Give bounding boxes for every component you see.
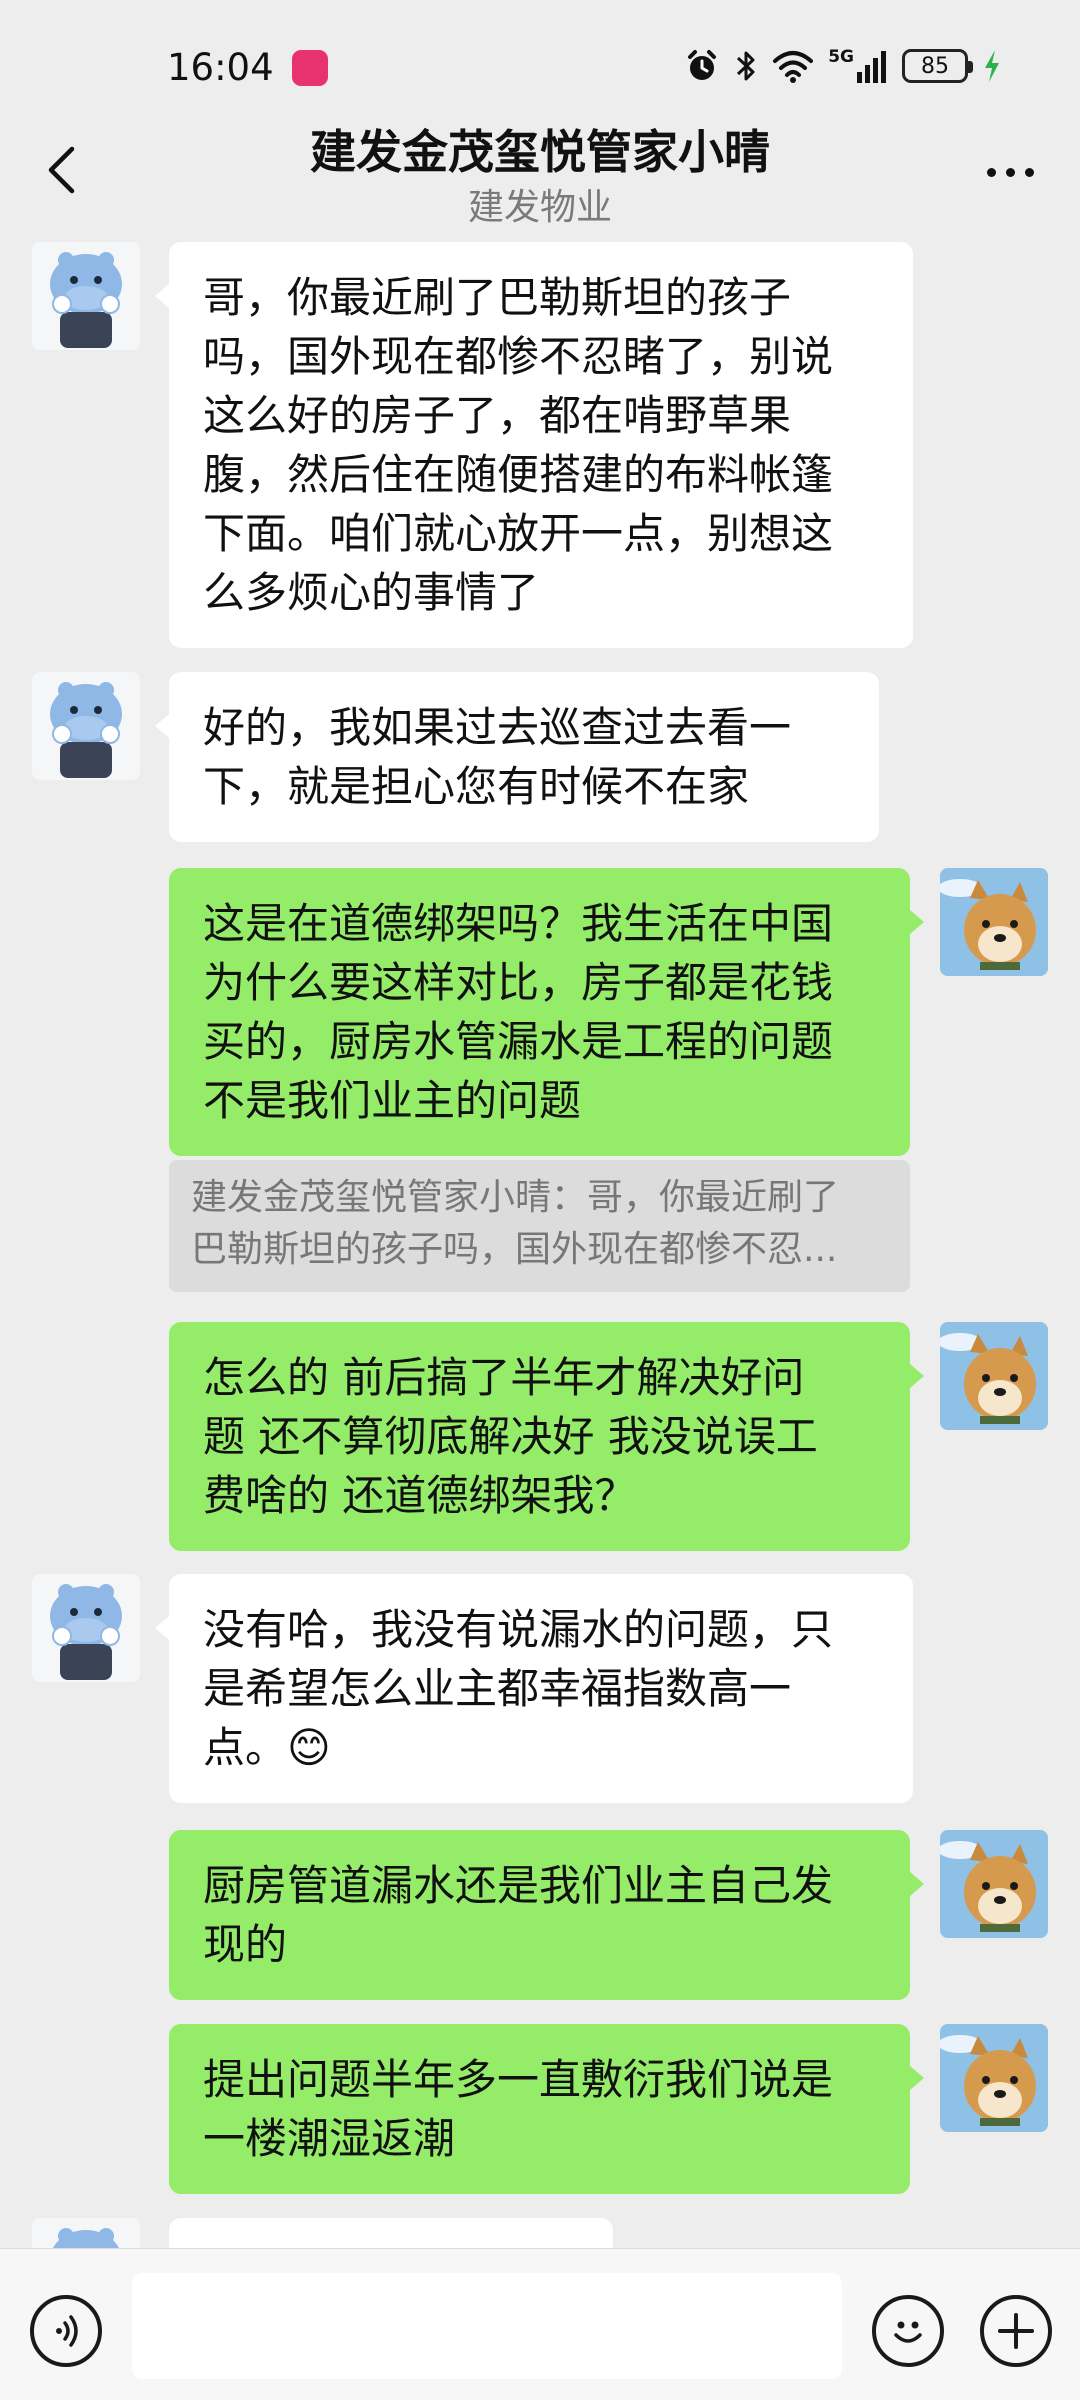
- quoted-message[interactable]: 建发金茂玺悦管家小晴：哥，你最近刷了 巴勒斯坦的孩子吗，国外现在都惨不忍...: [169, 1160, 910, 1292]
- message-line: 厨房管道漏水还是我们业主自己发: [203, 1861, 834, 1910]
- more-options-button[interactable]: [974, 152, 1046, 192]
- agent-avatar[interactable]: [32, 672, 140, 780]
- message-line: 买的，厨房水管漏水是工程的问题: [203, 1017, 834, 1066]
- hippo-mascot-icon: [32, 2218, 140, 2248]
- agent-avatar[interactable]: [32, 2218, 140, 2248]
- status-icons: 5G 85: [684, 44, 1002, 88]
- message-line: 怎么的 前后搞了半年才解决好问: [203, 1353, 805, 1402]
- message-line: 为什么要这样对比，房子都是花钱: [203, 958, 834, 1007]
- message-line: 下面。咱们就心放开一点，别想这: [203, 509, 834, 558]
- dog-avatar-icon: [940, 2024, 1048, 2132]
- message-line: 现的: [203, 1920, 288, 1969]
- dog-avatar-icon: [940, 1322, 1048, 1430]
- battery-level: 85: [921, 53, 949, 79]
- emoji-icon: [894, 2321, 922, 2343]
- message-line: 提出问题半年多一直敷衍我们说是: [203, 2055, 834, 2104]
- status-time: 16:04: [167, 46, 274, 89]
- signal-bars-icon: [857, 50, 886, 83]
- message-line: 下，就是担心您有时候不在家: [203, 762, 750, 811]
- dog-avatar-icon: [940, 868, 1048, 976]
- message-line: 么多烦心的事情了: [203, 568, 540, 617]
- message-line: 哥，你最近刷了巴勒斯坦的孩子: [203, 273, 792, 322]
- wifi-icon: [773, 51, 814, 83]
- dog-avatar-icon: [940, 1830, 1048, 1938]
- message-line: 点。😊: [203, 1723, 331, 1772]
- agent-avatar[interactable]: [32, 1574, 140, 1682]
- app-notification-icon: [292, 50, 328, 86]
- hippo-mascot-icon: [32, 242, 140, 350]
- chat-title: 建发金茂玺悦管家小晴: [310, 125, 770, 179]
- message-bubble-outgoing[interactable]: 厨房管道漏水还是我们业主自己发 现的: [169, 1830, 924, 2000]
- user-avatar[interactable]: [940, 1830, 1048, 1938]
- battery-indicator: 85: [902, 49, 973, 83]
- plus-button[interactable]: [980, 2295, 1052, 2367]
- message-bubble-outgoing[interactable]: 这是在道德绑架吗？我生活在中国 为什么要这样对比，房子都是花钱 买的，厨房水管漏…: [169, 868, 924, 1156]
- message-line: 这么好的房子了，都在啃野草果: [203, 391, 792, 440]
- quote-line: 巴勒斯坦的孩子吗，国外现在都惨不忍...: [191, 1229, 838, 1270]
- charging-icon: [985, 50, 999, 82]
- voice-icon: [56, 2315, 78, 2347]
- message-line: 一楼潮湿返潮: [203, 2114, 456, 2163]
- plus-icon: [998, 2313, 1034, 2349]
- message-bubble-incoming[interactable]: 没有哈，我没有说漏水的问题，只 是希望怎么业主都幸福指数高一 点。😊: [155, 1574, 913, 1803]
- message-bubble-incoming[interactable]: [169, 2218, 613, 2248]
- message-line: 好的，我如果过去巡查过去看一: [203, 703, 792, 752]
- message-line: 没有哈，我没有说漏水的问题，只: [203, 1605, 834, 1654]
- more-dot: [1005, 167, 1015, 177]
- voice-button[interactable]: [30, 2295, 102, 2367]
- alarm-icon: [688, 50, 717, 80]
- agent-avatar[interactable]: [32, 242, 140, 350]
- user-avatar[interactable]: [940, 2024, 1048, 2132]
- hippo-mascot-icon: [32, 672, 140, 780]
- cellular-signal: 5G: [828, 46, 888, 84]
- emoji-button[interactable]: [872, 2295, 944, 2367]
- hippo-mascot-icon: [32, 1574, 140, 1682]
- message-line: 吗，国外现在都惨不忍睹了，别说: [203, 332, 834, 381]
- message-bubble-incoming[interactable]: 哥，你最近刷了巴勒斯坦的孩子 吗，国外现在都惨不忍睹了，别说 这么好的房子了，都…: [155, 242, 913, 648]
- network-type: 5G: [828, 46, 854, 67]
- message-line: 不是我们业主的问题: [203, 1076, 582, 1125]
- message-bubble-outgoing[interactable]: 怎么的 前后搞了半年才解决好问 题 还不算彻底解决好 我没说误工 费啥的 还道德…: [169, 1322, 924, 1551]
- chat-subtitle: 建发物业: [467, 187, 612, 228]
- chat-header: 建发金茂玺悦管家小晴 建发物业: [0, 110, 1080, 238]
- message-line: 是希望怎么业主都幸福指数高一: [203, 1664, 792, 1713]
- message-line: 费啥的 还道德绑架我？: [203, 1471, 637, 1520]
- message-bubble-incoming[interactable]: 好的，我如果过去巡查过去看一 下，就是担心您有时候不在家: [155, 672, 879, 842]
- user-avatar[interactable]: [940, 868, 1048, 976]
- message-line: 这是在道德绑架吗？我生活在中国: [203, 899, 834, 948]
- message-line: 题 还不算彻底解决好 我没说误工: [203, 1412, 818, 1461]
- user-avatar[interactable]: [940, 1322, 1048, 1430]
- more-dot: [986, 167, 996, 177]
- quote-line: 建发金茂玺悦管家小晴：哥，你最近刷了: [191, 1177, 840, 1218]
- input-bar: [0, 2248, 1080, 2400]
- message-line: 腹，然后住在随便搭建的布料帐篷: [203, 450, 834, 499]
- bluetooth-icon: [737, 51, 755, 81]
- more-dot: [1024, 167, 1034, 177]
- message-input[interactable]: [132, 2273, 842, 2379]
- message-bubble-outgoing[interactable]: 提出问题半年多一直敷衍我们说是 一楼潮湿返潮: [169, 2024, 924, 2194]
- message-list[interactable]: 哥，你最近刷了巴勒斯坦的孩子 吗，国外现在都惨不忍睹了，别说 这么好的房子了，都…: [0, 238, 1080, 2248]
